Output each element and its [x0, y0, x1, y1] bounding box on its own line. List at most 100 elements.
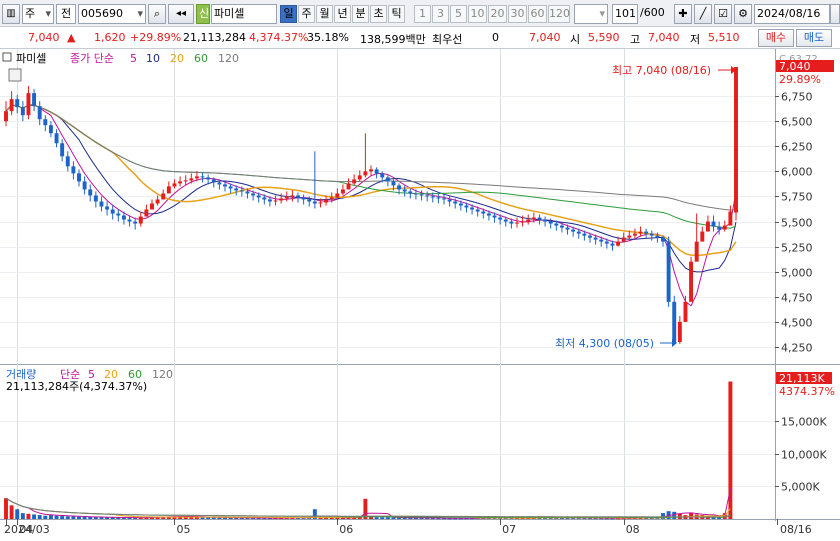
candle-body	[565, 227, 570, 230]
candle-body	[385, 177, 390, 182]
candle-body	[554, 223, 559, 226]
draw-tool-icon[interactable]: ╱	[694, 4, 712, 24]
candle-body	[537, 217, 542, 220]
candle-body	[9, 99, 14, 112]
interval-button-3[interactable]: 10	[468, 5, 487, 23]
buy-button[interactable]: 매수	[758, 29, 794, 47]
calendar-icon[interactable]	[830, 4, 840, 24]
candle-body	[93, 195, 98, 202]
search-icon[interactable]: ⌕	[148, 4, 166, 24]
volume-bar	[37, 515, 42, 519]
crosshair-icon[interactable]: ✚	[674, 4, 692, 24]
stock-chart[interactable]: 6,750 6,500 6,250 6,000 5,750 5,500 5,250 5,000…	[0, 49, 840, 541]
volume-bar	[318, 517, 323, 519]
candle-body	[88, 189, 93, 196]
count-input[interactable]: 101	[612, 4, 638, 24]
price-tick-label: 6,000	[781, 166, 813, 179]
custom-period-select[interactable]: ▾	[574, 4, 608, 24]
low-annotation: 최저 4,300 (08/05)	[555, 337, 654, 350]
volume-bar	[672, 511, 677, 519]
interval-button-7[interactable]: 120	[548, 5, 570, 23]
volume-bar	[77, 516, 81, 519]
type-select[interactable]: 전	[56, 4, 76, 24]
candle-body	[548, 221, 553, 224]
price-tick-label: 5,000	[781, 267, 813, 280]
candle-body	[722, 225, 727, 230]
candle-body	[402, 189, 407, 192]
candle-body	[110, 209, 115, 214]
price-legend-ma[interactable]: 종가 단순	[70, 52, 114, 65]
volume-bar	[32, 514, 37, 519]
period-button-2[interactable]: 월	[316, 5, 333, 23]
date-label: 08	[626, 523, 640, 536]
volume-bar	[324, 517, 329, 519]
ma-legend-60: 60	[194, 52, 208, 65]
price-tick-label: 4,750	[781, 292, 813, 305]
candle-body	[526, 219, 531, 222]
low-price: 5,510	[708, 31, 740, 44]
ma-legend-20: 20	[170, 52, 184, 65]
interval-button-5[interactable]: 30	[508, 5, 527, 23]
price-tag-value: 7,040	[779, 60, 811, 73]
candle-body	[82, 181, 87, 190]
trade-amount: 138,599백만	[360, 33, 426, 46]
interval-button-2[interactable]: 5	[450, 5, 467, 23]
price-legend-name[interactable]: 파미셀	[16, 52, 46, 65]
date-label: 06	[339, 523, 353, 536]
candle-body	[694, 241, 699, 262]
period-button-6[interactable]: 틱	[388, 5, 405, 23]
chevron-down-icon: ▾	[45, 7, 51, 20]
candle-body	[447, 199, 452, 202]
period-button-1[interactable]: 주	[298, 5, 315, 23]
open-label: 시	[570, 33, 581, 46]
interval-button-4[interactable]: 20	[488, 5, 507, 23]
table-icon[interactable]	[8, 68, 22, 82]
candle-body	[397, 185, 402, 190]
stock-code-input[interactable]: 005690 ▾	[78, 4, 146, 24]
candle-body	[43, 119, 48, 126]
candle-body	[15, 99, 20, 108]
candle-body	[666, 241, 671, 302]
period-button-4[interactable]: 분	[352, 5, 369, 23]
turnover-rate: 35.18%	[307, 31, 349, 44]
chart-type-icon[interactable]: ▥	[2, 4, 20, 24]
period-button-3[interactable]: 년	[334, 5, 351, 23]
candle-body	[717, 226, 722, 230]
candle-body	[610, 243, 615, 246]
date-input[interactable]: 2024/08/16	[754, 4, 830, 24]
candle-body	[301, 197, 306, 200]
low-label: 저	[690, 33, 701, 46]
candle-body	[425, 195, 430, 197]
period-button-5[interactable]: 초	[370, 5, 387, 23]
sell-button[interactable]: 매도	[796, 29, 832, 47]
candle-body	[178, 181, 183, 184]
interval-button-0[interactable]: 1	[414, 5, 431, 23]
volume-tag-value: 21,113K	[779, 372, 825, 385]
high-label: 고	[630, 33, 641, 46]
gear-icon[interactable]: ⚙	[734, 4, 752, 24]
candle-body	[436, 197, 441, 199]
change-percent: +29.89%	[130, 31, 182, 44]
candle-body	[430, 196, 435, 198]
chevron-down-icon: ▾	[599, 7, 605, 20]
sound-icon[interactable]: ◂◂	[168, 4, 194, 24]
ma-legend-120: 120	[218, 52, 239, 65]
candle-body	[312, 201, 317, 204]
candle-body	[217, 182, 222, 185]
candle-body	[318, 202, 323, 204]
interval-button-6[interactable]: 60	[528, 5, 547, 23]
checkbox-icon[interactable]: ☑	[714, 4, 732, 24]
candle-body	[32, 93, 37, 107]
candle-body	[711, 221, 716, 227]
price-tag-percent: 29.89%	[779, 73, 821, 86]
market-select[interactable]: 주 ▾	[22, 4, 54, 24]
candle-body	[65, 156, 70, 167]
candle-body	[60, 143, 65, 157]
volume-bar	[71, 516, 76, 519]
candle-body	[273, 200, 278, 202]
interval-button-1[interactable]: 3	[432, 5, 449, 23]
volume-bar	[20, 513, 25, 519]
candle-body	[99, 201, 104, 207]
stock-name-field[interactable]: 파미셀	[211, 4, 277, 24]
period-button-0[interactable]: 일	[280, 5, 297, 23]
